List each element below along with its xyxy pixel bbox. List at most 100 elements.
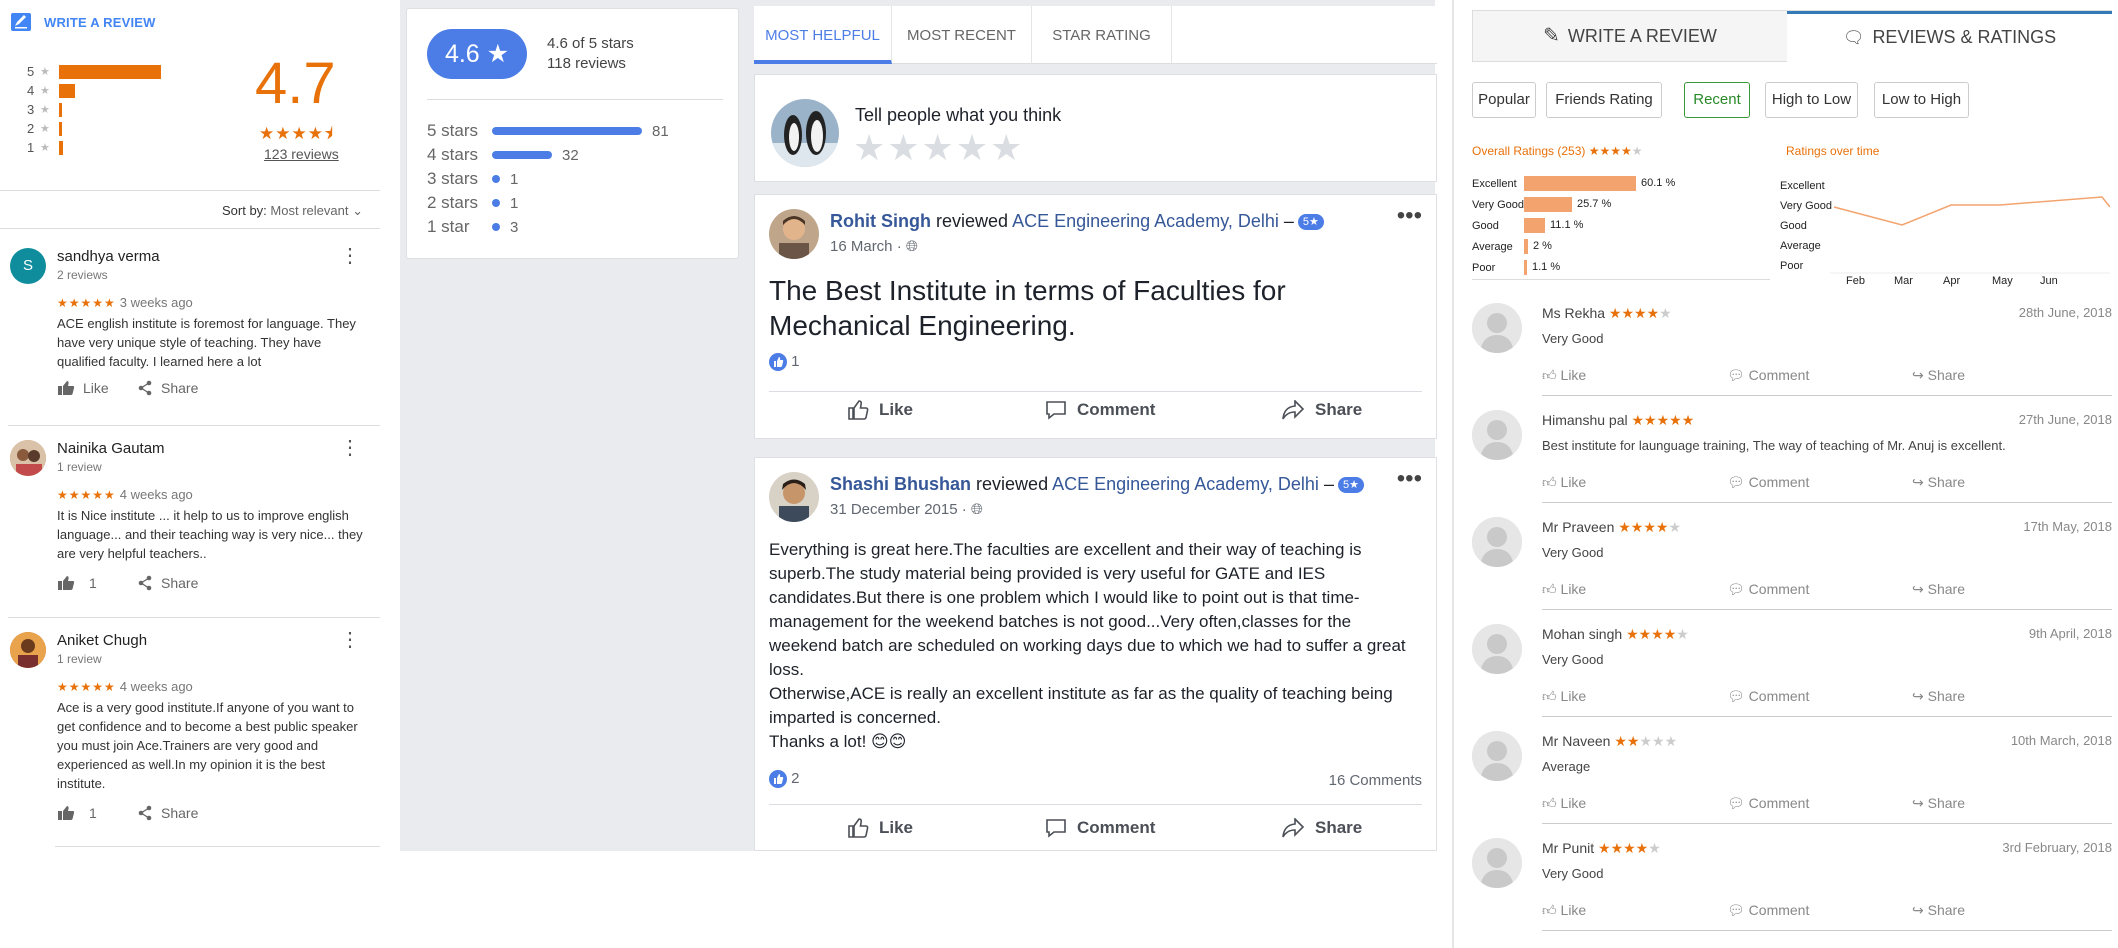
tab-write-review[interactable]: ✎ WRITE A REVIEW	[1473, 11, 1787, 62]
star-row-label: 2 stars	[427, 193, 479, 212]
avatar	[1472, 303, 1522, 353]
tab-label: WRITE A REVIEW	[1567, 26, 1717, 46]
share-button[interactable]: Share	[1281, 400, 1362, 420]
more-options-icon[interactable]: •••	[1397, 467, 1422, 491]
like-button[interactable]: 👍︎ Like	[1542, 474, 1586, 491]
filter-popular[interactable]: Popular	[1472, 82, 1536, 118]
share-button[interactable]: ↪ Share	[1912, 581, 1965, 598]
star-icon: ★	[40, 66, 50, 78]
share-button[interactable]: ↪ Share	[1912, 474, 1965, 491]
write-review-link[interactable]: WRITE A REVIEW	[10, 12, 156, 32]
star-row[interactable]: 5 stars 81	[427, 121, 669, 141]
share-button[interactable]: ↪ Share	[1912, 688, 1965, 705]
avatar[interactable]	[10, 440, 46, 476]
comment-button[interactable]: 💬︎ Comment	[1727, 474, 1809, 491]
like-button[interactable]: Like	[847, 818, 913, 838]
y-tick-label: Good	[1780, 220, 1807, 232]
reactions[interactable]: 2	[769, 770, 800, 789]
comment-button[interactable]: 💬︎ Comment	[1727, 581, 1809, 598]
star-row[interactable]: 3 stars 1	[427, 169, 518, 189]
review-text: Very Good	[1542, 866, 1604, 881]
review-count-link[interactable]: 123 reviews	[264, 146, 339, 162]
star-row[interactable]: 2 stars 1	[427, 193, 518, 213]
star-row[interactable]: 4 stars 32	[427, 145, 579, 165]
tab-most-recent[interactable]: MOST RECENT	[892, 6, 1032, 64]
divider	[8, 425, 380, 426]
dash: –	[1283, 211, 1294, 231]
avatar[interactable]	[769, 209, 819, 259]
reviews-ratings-panel: ✎ WRITE A REVIEW 🗨︎ REVIEWS & RATINGS Popu…	[1452, 0, 2118, 948]
tab-star-rating[interactable]: STAR RATING	[1032, 6, 1172, 64]
breakdown-percent: 60.1 %	[1641, 177, 1676, 189]
star-rating-input[interactable]: ★★★★★	[853, 127, 1024, 169]
post-date[interactable]: 31 December 2015 · 🌐︎	[830, 501, 983, 518]
more-options-icon[interactable]: ⋮	[340, 630, 360, 650]
star-row[interactable]: 1 star 3	[427, 217, 518, 237]
date-text: 31 December 2015 ·	[830, 501, 967, 518]
share-button[interactable]: Share	[137, 575, 198, 591]
reactions[interactable]: 1	[769, 353, 800, 372]
share-button[interactable]: Share	[137, 805, 198, 821]
reviewer-name[interactable]: Nainika Gautam	[57, 440, 165, 457]
review-text: Very Good	[1542, 652, 1604, 667]
share-button[interactable]: ↪ Share	[1912, 795, 1965, 812]
name: Himanshu pal	[1542, 412, 1628, 428]
comment-icon	[1046, 401, 1066, 420]
filter-recent[interactable]: Recent	[1684, 82, 1750, 118]
filter-high-to-low[interactable]: High to Low	[1765, 82, 1858, 118]
reviewer-name: Mr Praveen ★★★★★	[1542, 519, 1681, 536]
comment-label: Comment	[1748, 795, 1810, 811]
comment-label: Comment	[1748, 902, 1810, 918]
author-link[interactable]: Rohit Singh	[830, 211, 931, 231]
share-button[interactable]: ↪ Share	[1912, 902, 1965, 919]
x-tick-label: Mar	[1894, 275, 1913, 287]
write-review-box[interactable]: Tell people what you think ★★★★★	[754, 74, 1437, 182]
filter-low-to-high[interactable]: Low to High	[1874, 82, 1969, 118]
more-options-icon[interactable]: ⋮	[340, 246, 360, 266]
stars-empty: ★★★	[1639, 733, 1678, 749]
comment-button[interactable]: 💬︎ Comment	[1727, 688, 1809, 705]
comment-button[interactable]: 💬︎ Comment	[1727, 367, 1809, 384]
like-button[interactable]: 👍︎ Like	[1542, 367, 1586, 384]
share-button[interactable]: Share	[137, 380, 198, 396]
comment-button[interactable]: Comment	[1045, 818, 1155, 838]
comments-count-link[interactable]: 16 Comments	[1329, 772, 1422, 789]
breakdown-bar	[1524, 218, 1545, 233]
stars-empty: ★	[1676, 626, 1689, 642]
average-rating: 4.7	[255, 51, 336, 116]
like-button[interactable]: 1	[57, 575, 97, 591]
rating-summary-card: 4.6 ★ 4.6 of 5 stars 118 reviews 5 stars…	[406, 8, 739, 259]
like-button[interactable]: Like	[57, 380, 109, 396]
like-button[interactable]: 👍︎ Like	[1542, 688, 1586, 705]
like-count: 1	[89, 575, 97, 591]
review-date: 17th May, 2018	[2023, 519, 2112, 534]
comment-button[interactable]: 💬︎ Comment	[1727, 902, 1809, 919]
like-button[interactable]: 👍︎ Like	[1542, 795, 1586, 812]
reviewer-name[interactable]: Aniket Chugh	[57, 632, 147, 649]
tab-reviews-ratings[interactable]: 🗨︎ REVIEWS & RATINGS	[1787, 11, 2112, 62]
avatar[interactable]	[769, 472, 819, 522]
more-options-icon[interactable]: •••	[1397, 204, 1422, 228]
share-label: Share	[1927, 474, 1965, 490]
page-link[interactable]: ACE Engineering Academy, Delhi	[1012, 211, 1279, 231]
reviewer-name[interactable]: sandhya verma	[57, 248, 160, 265]
like-button[interactable]: 1	[57, 805, 97, 821]
post-date[interactable]: 16 March · 🌐︎	[830, 238, 918, 255]
like-button[interactable]: 👍︎ Like	[1542, 581, 1586, 598]
breakdown-bar	[1524, 176, 1636, 191]
tab-most-helpful[interactable]: MOST HELPFUL	[754, 6, 892, 64]
share-button[interactable]: Share	[1281, 818, 1362, 838]
comment-button[interactable]: 💬︎ Comment	[1727, 795, 1809, 812]
more-options-icon[interactable]: ⋮	[340, 438, 360, 458]
avatar[interactable]: S	[10, 248, 46, 284]
filter-friends-rating[interactable]: Friends Rating	[1546, 82, 1662, 118]
page-link[interactable]: ACE Engineering Academy, Delhi	[1052, 474, 1319, 494]
comment-button[interactable]: Comment	[1045, 400, 1155, 420]
histogram-row: 4 ★	[27, 81, 187, 100]
author-link[interactable]: Shashi Bhushan	[830, 474, 971, 494]
like-button[interactable]: 👍︎ Like	[1542, 902, 1586, 919]
avatar[interactable]	[10, 632, 46, 668]
sort-dropdown[interactable]: Sort by: Most relevant ⌄	[222, 203, 363, 219]
like-button[interactable]: Like	[847, 400, 913, 420]
share-button[interactable]: ↪ Share	[1912, 367, 1965, 384]
